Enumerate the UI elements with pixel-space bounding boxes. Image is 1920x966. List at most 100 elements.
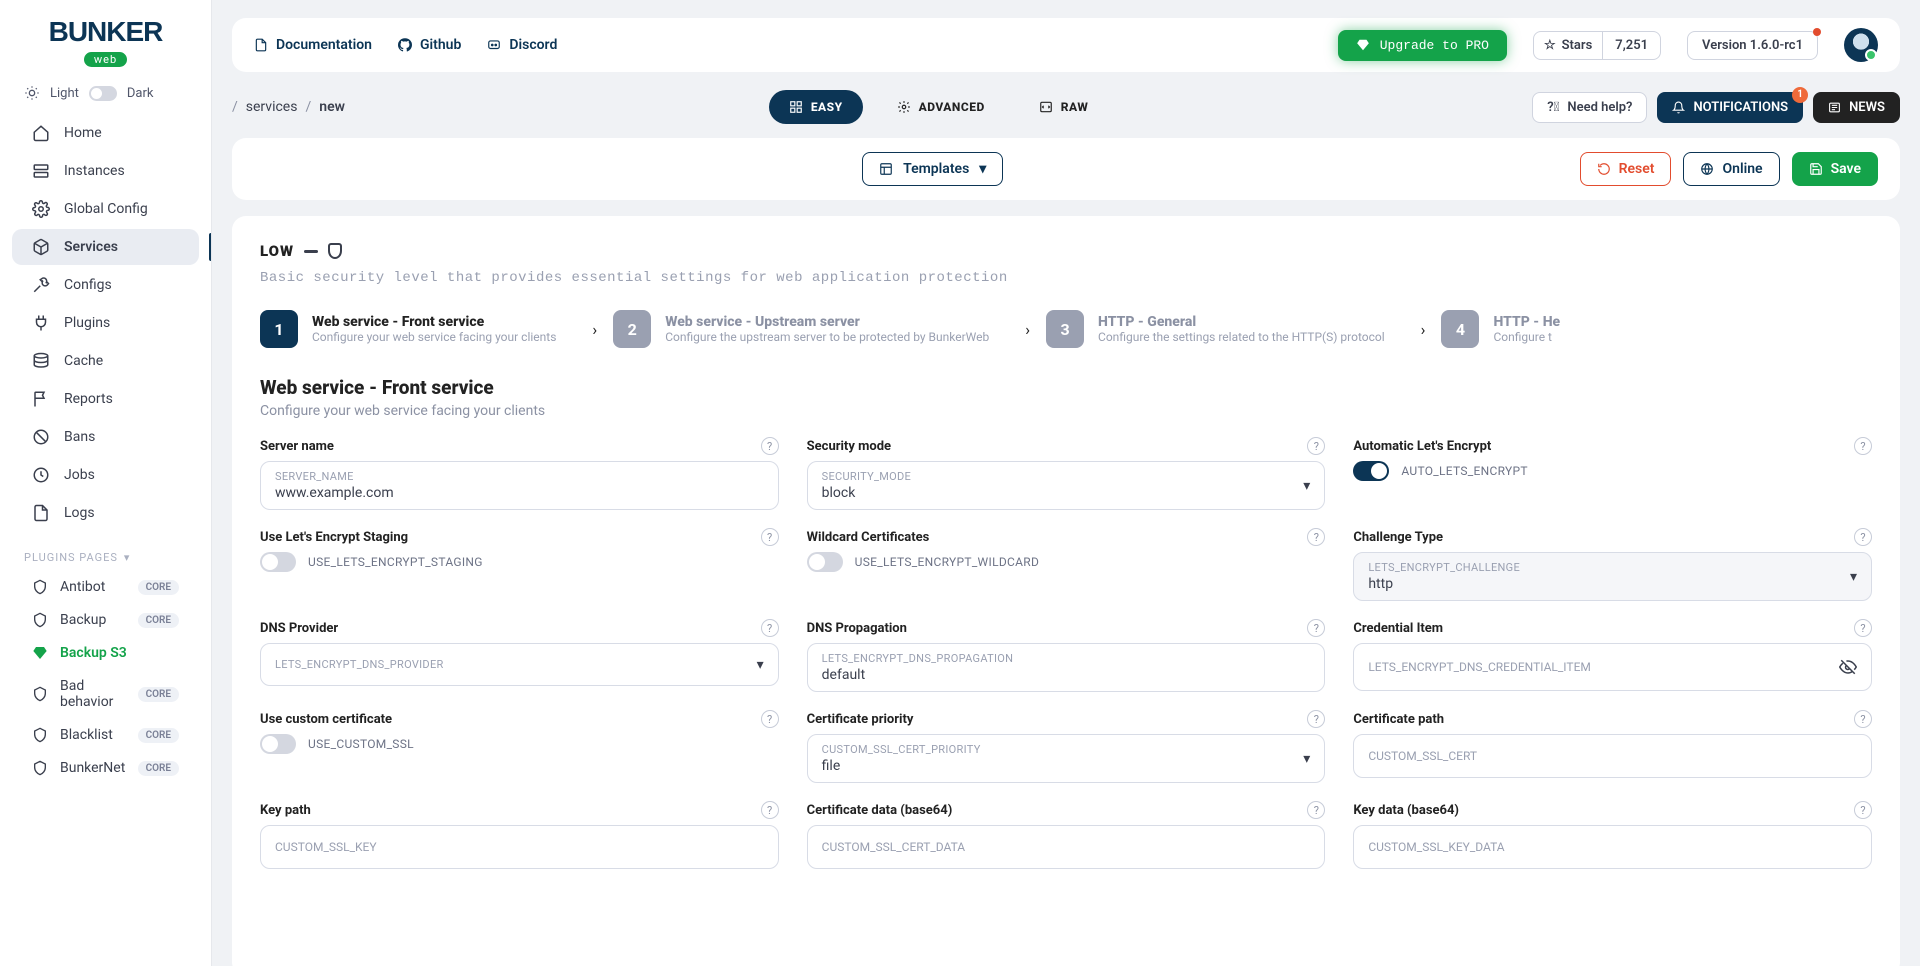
cert-data-input[interactable]: CUSTOM_SSL_CERT_DATA [807,825,1326,869]
le-wildcard-toggle[interactable] [807,552,843,572]
theme-switcher[interactable]: Light Dark [0,85,211,113]
help-icon[interactable]: ? [761,528,779,546]
help-icon[interactable]: ? [761,801,779,819]
step-2[interactable]: 2 Web service - Upstream serverConfigure… [613,310,1009,348]
field-le-staging: Use Let's Encrypt Staging? USE_LETS_ENCR… [260,528,779,601]
sun-icon [24,85,40,101]
cert-priority-select[interactable]: CUSTOM_SSL_CERT_PRIORITYfile ▾ [807,734,1326,783]
nav-reports[interactable]: Reports [12,381,199,417]
nav-bans[interactable]: Bans [12,419,199,455]
server-name-input[interactable]: SERVER_NAME www.example.com [260,461,779,510]
step-1[interactable]: 1 Web service - Front serviceConfigure y… [260,310,576,348]
section-title: Web service - Front service [260,376,1872,399]
cert-path-input[interactable]: CUSTOM_SSL_CERT [1353,734,1872,778]
help-icon[interactable]: ? [1307,710,1325,728]
tab-easy[interactable]: EASY [769,90,863,124]
shield-icon [32,612,48,628]
nav-configs[interactable]: Configs [12,267,199,303]
help-icon[interactable]: ? [1307,801,1325,819]
level-name: LOW [260,242,294,260]
help-icon[interactable]: ? [1854,710,1872,728]
dns-propagation-input[interactable]: LETS_ENCRYPT_DNS_PROPAGATION default [807,643,1326,692]
core-badge: CORE [138,613,179,628]
tab-advanced[interactable]: ADVANCED [877,90,1005,124]
templates-button[interactable]: Templates ▾ [862,152,1003,186]
tab-raw[interactable]: RAW [1019,90,1109,124]
link-documentation[interactable]: Documentation [254,37,372,53]
field-challenge-type: Challenge Type? LETS_ENCRYPT_CHALLENGEht… [1353,528,1872,601]
save-button[interactable]: Save [1792,152,1878,186]
nav-jobs[interactable]: Jobs [12,457,199,493]
doc-icon [254,38,268,52]
clock-icon [32,466,50,484]
chevron-right-icon: › [1009,320,1046,339]
nav-cache[interactable]: Cache [12,343,199,379]
plugin-blacklist[interactable]: Blacklist CORE [12,719,199,751]
plugin-backup-s3[interactable]: Backup S3 [12,637,199,669]
need-help-button[interactable]: ?⃝Need help? [1532,92,1647,123]
core-badge: CORE [138,761,179,776]
le-staging-toggle[interactable] [260,552,296,572]
shield-icon [32,686,48,702]
news-button[interactable]: NEWS [1813,92,1900,123]
help-icon[interactable]: ? [761,710,779,728]
nav-services[interactable]: Services [12,229,199,265]
help-icon[interactable]: ? [1307,528,1325,546]
gear-icon [32,200,50,218]
help-icon[interactable]: ? [1307,619,1325,637]
plugin-bunkernet[interactable]: BunkerNet CORE [12,752,199,784]
notifications-button[interactable]: NOTIFICATIONS 1 [1657,92,1803,123]
chevron-right-icon: › [576,320,613,339]
link-github[interactable]: Github [398,37,461,53]
link-discord[interactable]: Discord [487,37,557,53]
home-icon [32,124,50,142]
help-icon[interactable]: ? [761,619,779,637]
stars-button[interactable]: ☆Stars 7,251 [1533,31,1661,60]
breadcrumb-current: new [319,99,345,115]
help-icon[interactable]: ? [1854,619,1872,637]
help-icon[interactable]: ? [1854,528,1872,546]
nav-home[interactable]: Home [12,115,199,151]
nav-logs[interactable]: Logs [12,495,199,531]
help-icon[interactable]: ? [761,437,779,455]
server-icon [32,162,50,180]
credential-item-input[interactable]: LETS_ENCRYPT_DNS_CREDENTIAL_ITEM [1353,643,1872,691]
step-3[interactable]: 3 HTTP - GeneralConfigure the settings r… [1046,310,1405,348]
auto-le-toggle[interactable] [1353,461,1389,481]
step-4[interactable]: 4 HTTP - HeConfigure t [1441,310,1580,348]
key-data-input[interactable]: CUSTOM_SSL_KEY_DATA [1353,825,1872,869]
field-cert-data: Certificate data (base64)? CUSTOM_SSL_CE… [807,801,1326,869]
use-custom-ssl-toggle[interactable] [260,734,296,754]
plugin-antibot[interactable]: Antibot CORE [12,571,199,603]
plugin-backup[interactable]: Backup CORE [12,604,199,636]
theme-toggle[interactable] [89,86,117,101]
security-mode-select[interactable]: SECURITY_MODEblock ▾ [807,461,1326,510]
help-icon[interactable]: ? [1854,437,1872,455]
plugins-pages-header[interactable]: PLUGINS PAGES ▾ [0,533,211,570]
stars-count: 7,251 [1602,32,1660,59]
plugin-bad-behavior[interactable]: Bad behavior CORE [12,670,199,718]
nav-plugins[interactable]: Plugins [12,305,199,341]
upgrade-pro-button[interactable]: Upgrade to PRO [1338,30,1507,61]
dns-provider-select[interactable]: LETS_ENCRYPT_DNS_PROVIDER ▾ [260,643,779,686]
help-icon[interactable]: ? [1854,801,1872,819]
reset-button[interactable]: Reset [1580,152,1672,186]
version-badge[interactable]: Version 1.6.0-rc1 [1687,31,1818,60]
avatar[interactable] [1844,28,1878,62]
brand-logo[interactable]: BUNKER web [0,8,211,85]
field-cert-priority: Certificate priority? CUSTOM_SSL_CERT_PR… [807,710,1326,783]
nav-instances[interactable]: Instances [12,153,199,189]
theme-dark-label: Dark [127,86,154,101]
shield-icon [32,760,48,776]
key-path-input[interactable]: CUSTOM_SSL_KEY [260,825,779,869]
eye-off-icon[interactable] [1839,658,1857,676]
breadcrumb-services[interactable]: services [246,99,298,115]
challenge-type-select[interactable]: LETS_ENCRYPT_CHALLENGEhttp ▾ [1353,552,1872,601]
field-auto-lets-encrypt: Automatic Let's Encrypt? AUTO_LETS_ENCRY… [1353,437,1872,510]
brand-sub: web [84,52,127,67]
field-dns-provider: DNS Provider? LETS_ENCRYPT_DNS_PROVIDER … [260,619,779,692]
nav-global-config[interactable]: Global Config [12,191,199,227]
help-icon[interactable]: ? [1307,437,1325,455]
template-icon [879,162,893,176]
online-button[interactable]: Online [1683,152,1779,186]
